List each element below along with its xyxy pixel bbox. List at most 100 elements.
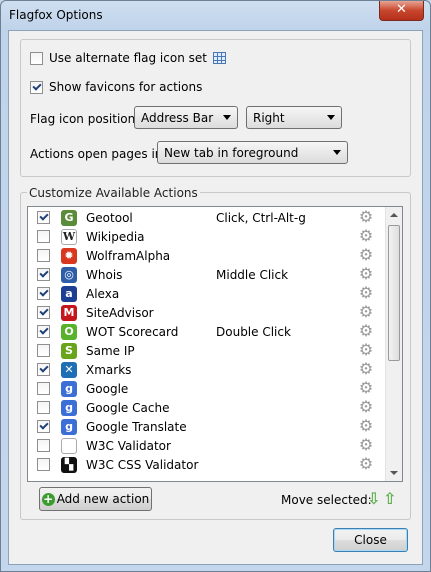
action-checkbox[interactable] (37, 325, 50, 338)
open-pages-value: New tab in foreground (164, 145, 299, 160)
gear-icon[interactable]: ⚙ (358, 418, 374, 434)
action-checkbox[interactable] (37, 458, 50, 471)
action-shortcut: Middle Click (216, 267, 289, 282)
action-name: Whois (86, 267, 123, 282)
gear-icon[interactable]: ⚙ (358, 361, 374, 377)
whois-icon: ◎ (61, 266, 77, 283)
list-item[interactable]: W3C Validator ⚙ (28, 436, 386, 455)
add-icon: + (41, 491, 55, 506)
gear-icon[interactable]: ⚙ (358, 285, 374, 301)
list-item[interactable]: ✹ WolframAlpha ⚙ (28, 246, 386, 265)
list-item[interactable]: g Google ⚙ (28, 379, 386, 398)
list-item[interactable]: g Google Translate ⚙ (28, 417, 386, 436)
action-name: Xmarks (86, 362, 132, 377)
action-name: Alexa (86, 286, 120, 301)
w3c-validator-icon (61, 437, 77, 454)
gear-icon[interactable]: ⚙ (358, 342, 374, 358)
scrollbar-thumb[interactable] (388, 225, 400, 361)
list-item[interactable]: a Alexa ⚙ (28, 284, 386, 303)
move-up-icon[interactable]: ⇧ (383, 489, 396, 508)
gear-icon[interactable]: ⚙ (358, 266, 374, 282)
google-cache-icon: g (61, 399, 77, 416)
action-checkbox[interactable] (37, 420, 50, 433)
add-new-action-button[interactable]: + Add new action (39, 487, 152, 511)
show-favicons-checkbox[interactable] (30, 80, 43, 94)
flag-side-value: Right (253, 110, 285, 125)
alt-flag-checkbox[interactable] (30, 51, 43, 65)
alt-flag-row[interactable]: Use alternate flag icon set (30, 51, 226, 65)
action-name: SiteAdvisor (86, 305, 154, 320)
list-item[interactable]: ✕ Xmarks ⚙ (28, 360, 386, 379)
action-name: W3C Validator (86, 438, 171, 453)
gear-icon[interactable]: ⚙ (358, 228, 374, 244)
gear-icon[interactable]: ⚙ (358, 209, 374, 225)
gear-icon[interactable]: ⚙ (358, 304, 374, 320)
client-area: Use alternate flag icon set Show favicon… (8, 30, 423, 565)
list-scrollbar[interactable] (385, 207, 402, 481)
show-favicons-label[interactable]: Show favicons for actions (49, 80, 202, 94)
wikipedia-icon: W (61, 228, 77, 245)
flag-position-label: Flag icon position: (30, 112, 140, 126)
action-checkbox[interactable] (37, 439, 50, 452)
action-checkbox[interactable] (37, 230, 50, 243)
action-checkbox[interactable] (37, 344, 50, 357)
flag-side-select[interactable]: Right (246, 106, 342, 129)
flag-position-select[interactable]: Address Bar (134, 106, 238, 129)
wolframalpha-icon: ✹ (61, 247, 77, 264)
action-checkbox[interactable] (37, 268, 50, 281)
list-item[interactable]: O WOT Scorecard Double Click ⚙ (28, 322, 386, 341)
xmarks-icon: ✕ (61, 361, 77, 378)
gear-icon[interactable]: ⚙ (358, 247, 374, 263)
options-window: Flagfox Options ✕ Use alternate flag ico… (0, 0, 431, 572)
action-checkbox[interactable] (37, 249, 50, 262)
list-item[interactable]: W Wikipedia ⚙ (28, 227, 386, 246)
open-pages-select[interactable]: New tab in foreground (157, 141, 348, 164)
list-item[interactable]: ▚ W3C CSS Validator ⚙ (28, 455, 386, 474)
window-close-button[interactable]: ✕ (379, 1, 424, 21)
actions-list[interactable]: G Geotool Click, Ctrl-Alt-g ⚙ W Wikipedia ⚙ ✹ Wo… (27, 206, 403, 482)
geotool-icon: G (61, 209, 77, 226)
gear-icon[interactable]: ⚙ (358, 399, 374, 415)
list-item[interactable]: S Same IP ⚙ (28, 341, 386, 360)
gear-icon[interactable]: ⚙ (358, 456, 374, 472)
action-checkbox[interactable] (37, 363, 50, 376)
list-item[interactable]: ◎ Whois Middle Click ⚙ (28, 265, 386, 284)
action-name: W3C CSS Validator (86, 457, 199, 472)
gear-icon[interactable]: ⚙ (358, 437, 374, 453)
flag-position-value: Address Bar (141, 110, 214, 125)
title-bar[interactable]: Flagfox Options ✕ (1, 1, 430, 31)
actions-group-title: Customize Available Actions (27, 186, 200, 200)
chevron-down-icon (223, 115, 231, 120)
list-item[interactable]: G Geotool Click, Ctrl-Alt-g ⚙ (28, 208, 386, 227)
move-down-icon[interactable]: ⇩ (367, 489, 380, 508)
scroll-down-button[interactable] (386, 465, 402, 481)
action-name: WOT Scorecard (86, 324, 179, 339)
action-shortcut: Click, Ctrl-Alt-g (216, 210, 306, 225)
action-name: Google Translate (86, 419, 187, 434)
move-selected-label: Move selected: (281, 493, 372, 507)
open-pages-label: Actions open pages in: (30, 147, 167, 161)
action-name: WolframAlpha (86, 248, 171, 263)
list-item[interactable]: M SiteAdvisor ⚙ (28, 303, 386, 322)
google-icon: g (61, 380, 77, 397)
add-new-action-label: Add new action (56, 492, 150, 506)
flag-set-preview-icon[interactable] (212, 52, 226, 64)
show-favicons-row[interactable]: Show favicons for actions (30, 80, 202, 94)
action-checkbox[interactable] (37, 382, 50, 395)
action-checkbox[interactable] (37, 287, 50, 300)
action-checkbox[interactable] (37, 306, 50, 319)
window-title: Flagfox Options (9, 8, 103, 22)
wot-icon: O (61, 323, 77, 340)
siteadvisor-icon: M (61, 304, 77, 321)
gear-icon[interactable]: ⚙ (358, 380, 374, 396)
gear-icon[interactable]: ⚙ (358, 323, 374, 339)
action-checkbox[interactable] (37, 211, 50, 224)
list-item[interactable]: g Google Cache ⚙ (28, 398, 386, 417)
scroll-up-button[interactable] (386, 207, 402, 223)
w3c-css-validator-icon: ▚ (61, 456, 77, 473)
alt-flag-label[interactable]: Use alternate flag icon set (49, 51, 207, 65)
action-name: Same IP (86, 343, 135, 358)
action-checkbox[interactable] (37, 401, 50, 414)
close-button[interactable]: Close (333, 528, 408, 552)
close-button-label: Close (354, 533, 387, 547)
